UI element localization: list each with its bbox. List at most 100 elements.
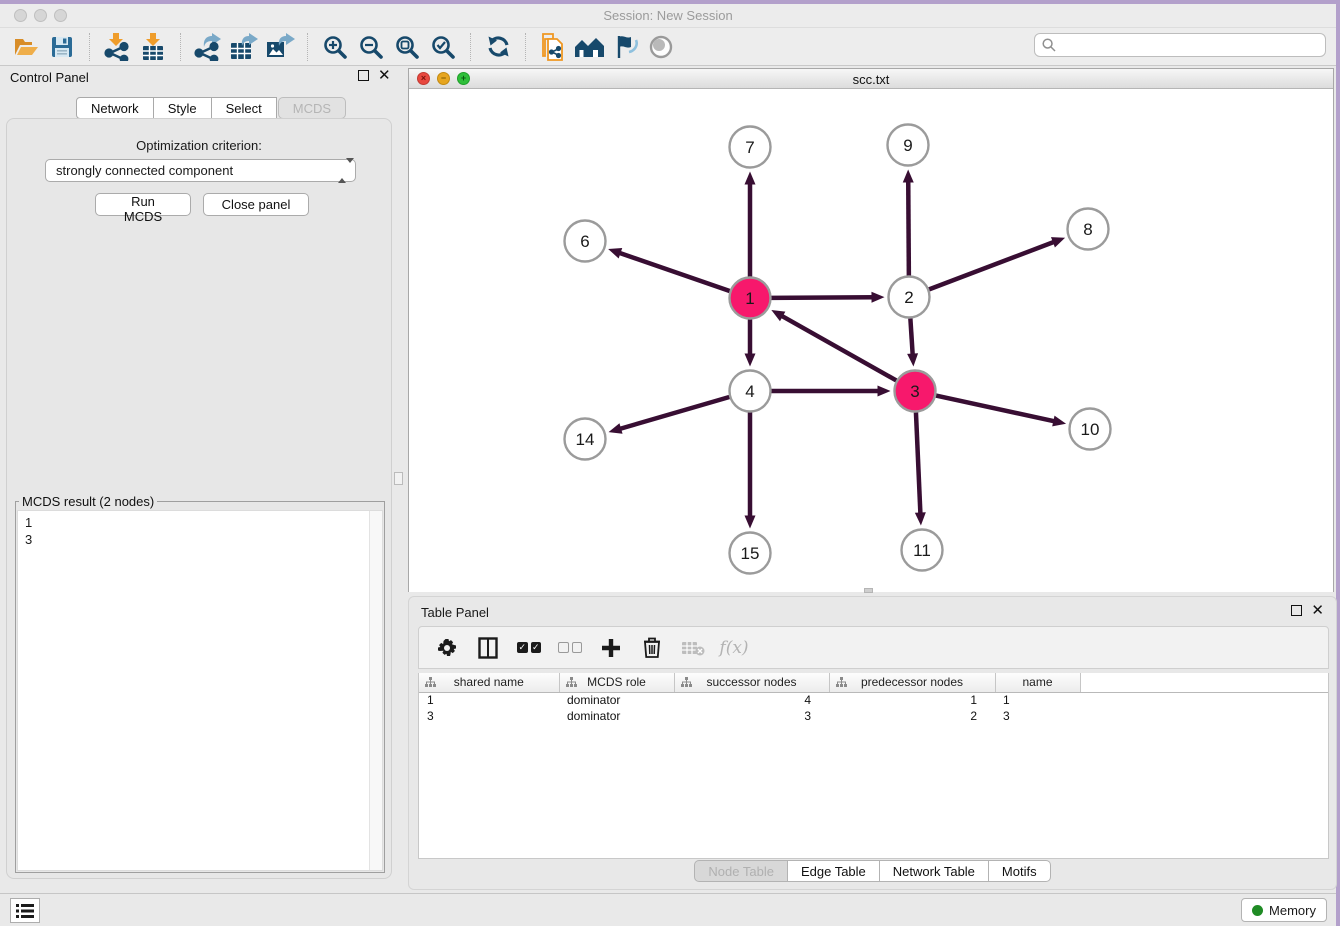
table-panel-window-buttons: ✕	[1291, 605, 1324, 616]
import-table-icon[interactable]	[135, 31, 171, 63]
memory-status-icon	[1252, 905, 1263, 916]
run-mcds-button[interactable]: Run MCDS	[95, 193, 191, 216]
criterion-value: strongly connected component	[56, 163, 233, 178]
memory-button[interactable]: Memory	[1241, 898, 1327, 922]
column-header-name[interactable]: name	[995, 673, 1080, 692]
home-view-icon[interactable]	[571, 31, 607, 63]
function-builder-icon: f(x)	[722, 636, 746, 660]
show-columns-icon[interactable]	[476, 636, 500, 660]
mcds-result-lines: 1 3	[18, 511, 382, 548]
edge-3-to-11[interactable]	[916, 412, 921, 515]
column-header-shared-name[interactable]: shared name	[419, 673, 559, 692]
result-scrollbar[interactable]	[369, 511, 382, 870]
deselect-all-rows-icon[interactable]	[558, 636, 582, 660]
table-cell[interactable]: 3	[995, 708, 1080, 724]
export-image-icon[interactable]	[262, 31, 298, 63]
edge-arrowhead-icon	[745, 172, 756, 185]
table-cell[interactable]: 1	[419, 692, 559, 708]
table-cell[interactable]: 1	[829, 692, 995, 708]
search-input[interactable]	[1034, 33, 1326, 57]
float-panel-icon[interactable]	[1291, 605, 1302, 616]
edge-arrowhead-icon	[745, 516, 756, 529]
tab-mcds[interactable]: MCDS	[278, 97, 346, 119]
titlebar: Session: New Session	[0, 4, 1336, 28]
tab-style[interactable]: Style	[154, 97, 212, 119]
network-canvas[interactable]: 1234678910111415	[409, 89, 1333, 592]
export-table-icon[interactable]	[226, 31, 262, 63]
graph-node-label: 8	[1083, 220, 1092, 239]
table-cell[interactable]: dominator	[559, 692, 674, 708]
zoom-fit-icon[interactable]	[389, 31, 425, 63]
table-cell[interactable]: 4	[674, 692, 829, 708]
save-session-icon[interactable]	[44, 31, 80, 63]
tab-node-table[interactable]: Node Table	[694, 860, 788, 882]
hierarchy-icon	[566, 677, 577, 688]
close-panel-button[interactable]: Close panel	[203, 193, 309, 216]
table-cell[interactable]: 2	[829, 708, 995, 724]
pane-divider-grip[interactable]	[394, 472, 403, 485]
edge-1-to-2[interactable]	[771, 297, 874, 298]
open-session-icon[interactable]	[8, 31, 44, 63]
tab-motifs[interactable]: Motifs	[989, 860, 1051, 882]
table-cell[interactable]: 3	[674, 708, 829, 724]
edge-3-to-10[interactable]	[936, 396, 1056, 422]
settings-gear-icon[interactable]	[435, 636, 459, 660]
graph-node-label: 7	[745, 138, 754, 157]
graphics-details-icon[interactable]	[607, 31, 643, 63]
table-panel-tabs: Node Table Edge Table Network Table Moti…	[409, 860, 1336, 882]
edge-2-to-8[interactable]	[929, 241, 1056, 289]
graph-node-label: 14	[576, 430, 595, 449]
add-row-icon[interactable]	[599, 636, 623, 660]
network-window-titlebar[interactable]: × − + scc.txt	[409, 69, 1333, 89]
toolbar-separator	[89, 33, 90, 61]
window-resize-handle[interactable]	[864, 588, 873, 593]
tab-network-table[interactable]: Network Table	[880, 860, 989, 882]
select-all-rows-icon[interactable]: ✓✓	[517, 636, 541, 660]
edge-arrowhead-icon	[878, 386, 891, 397]
criterion-dropdown[interactable]: strongly connected component	[45, 159, 356, 182]
table-cell[interactable]: 3	[419, 708, 559, 724]
control-panel-tabs: Network Style Select MCDS	[76, 97, 346, 119]
mcds-result-textarea[interactable]: 1 3	[17, 510, 383, 871]
refresh-layout-icon[interactable]	[480, 31, 516, 63]
column-header-successor-nodes[interactable]: successor nodes	[674, 673, 829, 692]
column-header-mcds-role[interactable]: MCDS role	[559, 673, 674, 692]
tab-select[interactable]: Select	[212, 97, 277, 119]
clone-network-icon[interactable]	[535, 31, 571, 63]
delete-rows-icon[interactable]	[640, 636, 664, 660]
edge-1-to-6[interactable]	[618, 252, 730, 291]
graph-node-label: 6	[580, 232, 589, 251]
zoom-in-icon[interactable]	[317, 31, 353, 63]
tab-network[interactable]: Network	[76, 97, 154, 119]
zoom-selected-icon[interactable]	[425, 31, 461, 63]
edge-arrowhead-icon	[907, 353, 918, 366]
tab-edge-table[interactable]: Edge Table	[788, 860, 880, 882]
hierarchy-icon	[681, 677, 692, 688]
close-panel-icon[interactable]: ✕	[378, 70, 391, 81]
export-network-icon[interactable]	[190, 31, 226, 63]
float-panel-icon[interactable]	[358, 70, 369, 81]
import-network-icon[interactable]	[99, 31, 135, 63]
zoom-out-icon[interactable]	[353, 31, 389, 63]
table-row[interactable]: 1dominator411	[419, 692, 1328, 708]
control-panel-window-buttons: ✕	[358, 70, 391, 81]
graph-node-label: 4	[745, 382, 754, 401]
edge-arrowhead-icon	[609, 423, 623, 434]
table-cell[interactable]: dominator	[559, 708, 674, 724]
edge-2-to-9[interactable]	[908, 179, 909, 275]
toolbar-separator	[180, 33, 181, 61]
edge-4-to-14[interactable]	[618, 397, 729, 429]
graph-node-label: 15	[741, 544, 760, 563]
close-panel-icon[interactable]: ✕	[1311, 605, 1324, 616]
task-history-button[interactable]	[10, 898, 40, 923]
delete-table-icon	[681, 636, 705, 660]
status-bar: Memory	[0, 893, 1336, 926]
session-title: Session: New Session	[0, 8, 1336, 23]
graph-node-label: 11	[913, 541, 931, 560]
edge-2-to-3[interactable]	[910, 318, 912, 356]
edge-3-to-1[interactable]	[780, 315, 896, 381]
column-header-predecessor-nodes[interactable]: predecessor nodes	[829, 673, 995, 692]
table-row[interactable]: 3dominator323	[419, 708, 1328, 724]
birds-eye-view-icon[interactable]	[643, 31, 679, 63]
table-cell[interactable]: 1	[995, 692, 1080, 708]
